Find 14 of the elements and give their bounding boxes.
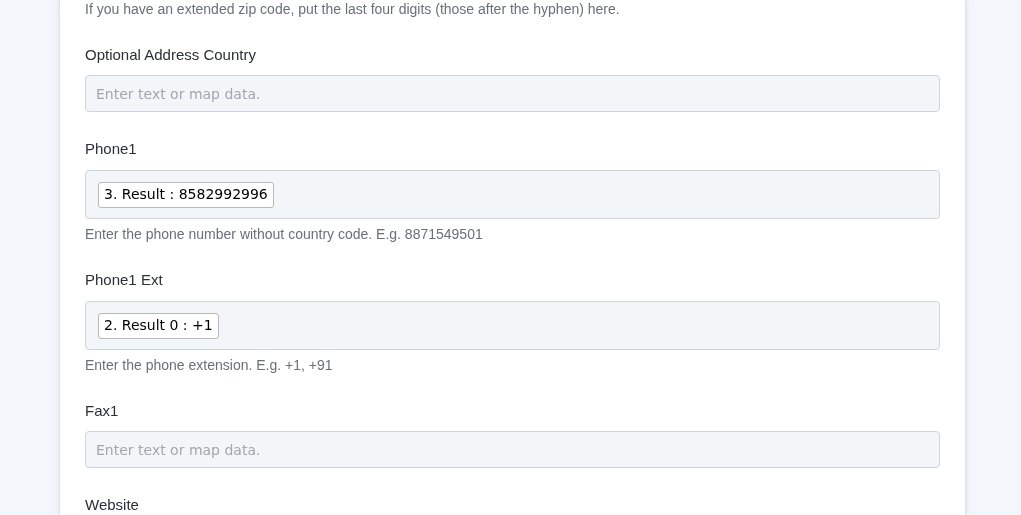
field-label: Phone1 Ext [85,270,163,290]
mapped-input-field[interactable]: 3. Result : 8582992996 [85,170,940,219]
help-text: Enter the phone extension. E.g. +1, +91 [85,356,333,374]
field-label: Website [85,495,139,515]
data-token[interactable]: 3. Result : 8582992996 [98,181,274,208]
field-label: Optional Address Country [85,45,256,65]
help-text: Enter the phone number without country code. E.g. 8871549501 [85,225,483,243]
input-field[interactable]: Enter text or map data. [85,431,940,468]
input-field[interactable]: Enter text or map data. [85,75,940,112]
mapped-input-field[interactable]: 2. Result 0 : +1 [85,301,940,350]
field-label: Fax1 [85,401,119,421]
field-label: Phone1 [85,139,137,159]
data-token[interactable]: 2. Result 0 : +1 [98,312,219,339]
hint-text: If you have an extended zip code, put the last four digits (those after the hyphen) here. [85,0,621,18]
